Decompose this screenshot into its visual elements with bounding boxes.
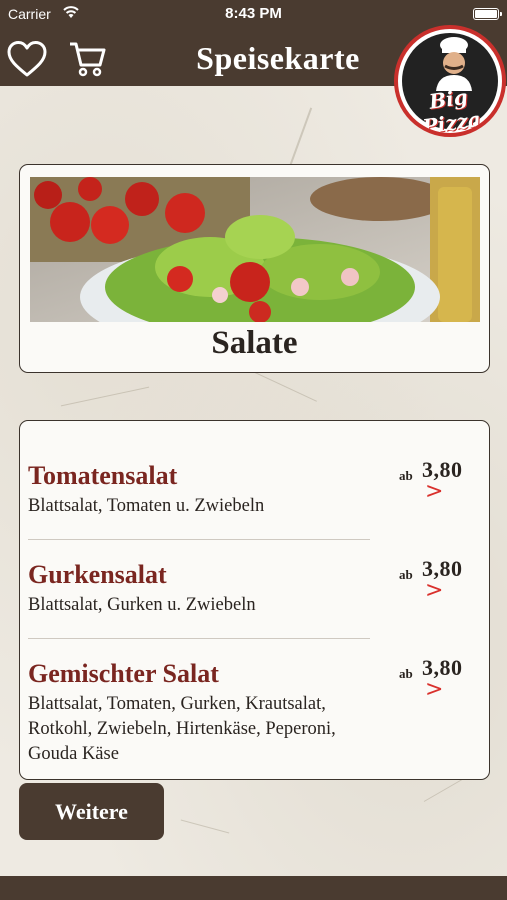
item-name: Gemischter Salat: [28, 659, 219, 688]
price-prefix: ab: [399, 567, 413, 582]
divider: [28, 539, 370, 540]
divider: [28, 638, 370, 639]
price-prefix: ab: [399, 666, 413, 681]
chevron-right-icon[interactable]: >: [425, 479, 443, 504]
list-item[interactable]: Gurkensalat Blattsalat, Gurken u. Zwiebe…: [20, 556, 489, 640]
page-title: Speisekarte: [196, 40, 360, 76]
heart-outline-icon[interactable]: [6, 40, 48, 78]
salad-image: [30, 177, 480, 322]
item-name: Gurkensalat: [28, 560, 167, 589]
item-description: Blattsalat, Gurken u. Zwiebeln: [28, 595, 256, 615]
chevron-right-icon[interactable]: >: [425, 578, 443, 603]
clock-label: 8:43 PM: [225, 5, 282, 22]
more-button[interactable]: Weitere: [19, 783, 164, 840]
item-description: Blattsalat, Tomaten u. Zwiebeln: [28, 496, 265, 516]
chevron-right-icon[interactable]: >: [425, 677, 443, 702]
list-item[interactable]: Tomatensalat Blattsalat, Tomaten u. Zwie…: [20, 457, 489, 541]
category-banner[interactable]: Salate: [19, 164, 490, 373]
item-description: Blattsalat, Tomaten, Gurken, Krautsalat,…: [28, 694, 336, 764]
shopping-cart-icon[interactable]: [68, 40, 108, 78]
bottom-bar: [0, 876, 507, 900]
menu-list: Tomatensalat Blattsalat, Tomaten u. Zwie…: [19, 420, 490, 780]
list-item[interactable]: Gemischter Salat Blattsalat, Tomaten, Gu…: [20, 655, 489, 769]
category-title: Salate: [211, 325, 298, 361]
item-name: Tomatensalat: [28, 461, 178, 490]
brand-logo: Big Pizza: [394, 25, 506, 137]
price-prefix: ab: [399, 468, 413, 483]
battery-icon: [473, 8, 502, 20]
status-bar: Carrier 8:43 PM: [0, 0, 507, 30]
